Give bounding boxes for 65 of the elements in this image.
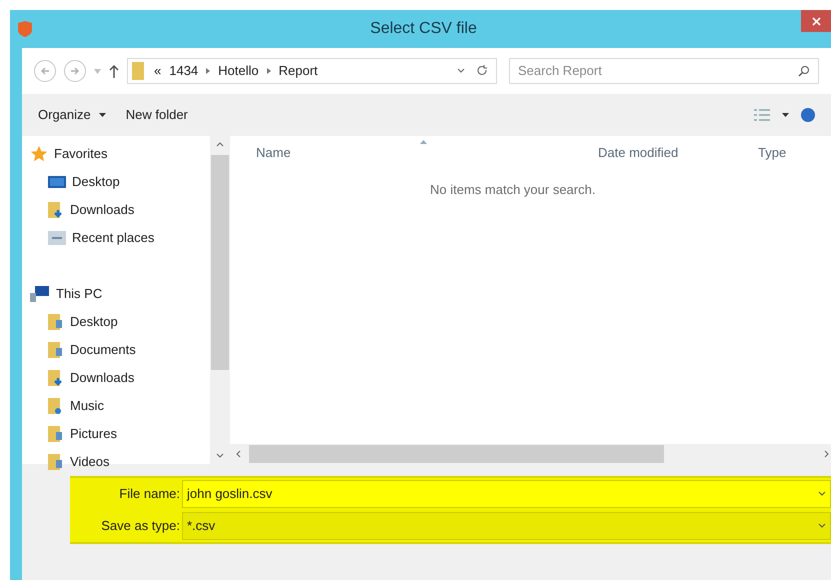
navigation-item[interactable]: Videos	[22, 448, 210, 476]
scrollbar-thumb[interactable]	[249, 445, 664, 463]
folder-icon	[48, 313, 64, 331]
field-label: File name:	[118, 485, 181, 504]
folder-music-icon	[48, 397, 64, 415]
navigation-item[interactable]: Recent places	[22, 224, 210, 252]
address-bar[interactable]: « 1434 Hotello Report	[127, 58, 497, 84]
caret-icon	[782, 113, 789, 117]
app-icon	[16, 20, 34, 38]
folder-icon	[132, 62, 146, 80]
scroll-left-icon	[236, 450, 241, 458]
navigation-item[interactable]: This PC	[22, 280, 210, 308]
back-button[interactable]	[34, 60, 56, 82]
sort-arrow-icon	[420, 140, 427, 144]
navigation-item[interactable]: Desktop	[22, 168, 210, 196]
close-icon	[812, 16, 820, 26]
empty-message: No items match your search.	[430, 181, 596, 199]
window-title: Select CSV file	[369, 19, 478, 39]
breadcrumb-item[interactable]: 1434	[169, 61, 198, 81]
monitor-icon	[48, 174, 66, 190]
folder-icon	[48, 425, 64, 443]
caret-icon	[98, 113, 106, 117]
chevron-down-icon	[818, 491, 826, 497]
breadcrumb-item[interactable]: Hotello	[218, 61, 259, 81]
breadcrumb-item[interactable]: Report	[278, 61, 318, 81]
folder-icon	[48, 341, 64, 359]
dropdown-caret-icon	[94, 68, 101, 74]
up-arrow-icon	[109, 64, 119, 78]
chevron-down-icon	[818, 523, 826, 529]
navigation-item[interactable]: Music	[22, 392, 210, 420]
navigation-item[interactable]: Favorites	[22, 140, 210, 168]
chevron-down-icon	[457, 68, 465, 74]
file-name-field[interactable]: john goslin.csv	[182, 480, 831, 508]
navigation-item[interactable]: Pictures	[22, 420, 210, 448]
back-arrow-icon	[40, 66, 50, 76]
folder-arrow-icon	[48, 201, 64, 219]
breadcrumb-item[interactable]: «	[154, 61, 162, 81]
field-label: Save as type:	[100, 517, 181, 536]
horizontal-scrollbar[interactable]	[230, 444, 831, 464]
view-list-icon	[754, 109, 770, 121]
search-icon	[798, 65, 810, 77]
folder-icon	[48, 453, 64, 471]
close-button[interactable]	[801, 10, 831, 32]
forward-button[interactable]	[64, 60, 86, 82]
navigation-item[interactable]: Desktop	[22, 308, 210, 336]
chevron-right-icon	[206, 68, 210, 74]
refresh-icon	[477, 65, 488, 77]
forward-arrow-icon	[70, 66, 80, 76]
file-type-dropdown[interactable]: *.csv	[182, 512, 831, 540]
chevron-right-icon	[266, 68, 271, 74]
scroll-up-icon	[216, 142, 224, 147]
computer-icon	[30, 285, 50, 303]
folder-arrow-icon	[48, 369, 64, 387]
navigation-item[interactable]: Documents	[22, 336, 210, 364]
new-folder-button[interactable]: New folder	[126, 105, 188, 125]
navigation-item[interactable]: Downloads	[22, 196, 210, 224]
column-header[interactable]: Date modified	[598, 143, 758, 163]
navigation-item[interactable]: Downloads	[22, 364, 210, 392]
scroll-down-icon	[216, 453, 224, 458]
organize-button[interactable]: Organize	[38, 105, 106, 125]
column-header[interactable]: Name	[256, 143, 598, 163]
column-header[interactable]: Type	[758, 143, 786, 163]
scroll-right-icon	[824, 450, 829, 458]
star-icon	[30, 145, 48, 163]
scrollbar-thumb[interactable]	[211, 155, 229, 370]
